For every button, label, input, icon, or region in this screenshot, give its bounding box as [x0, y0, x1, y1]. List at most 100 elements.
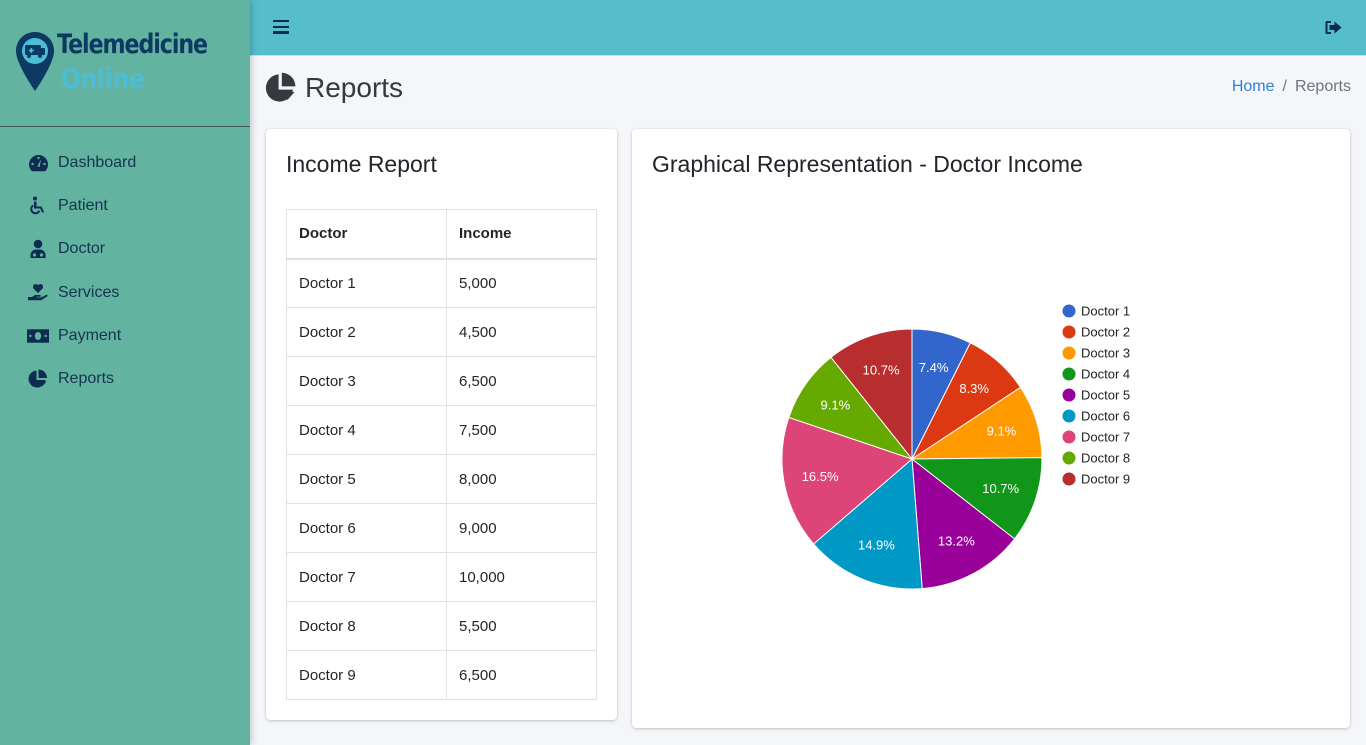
- legend-swatch: [1062, 304, 1076, 318]
- table-row: Doctor 3 6,500: [286, 356, 597, 406]
- legend-swatch: [1062, 472, 1076, 486]
- income-cell: 5,000: [446, 258, 597, 308]
- sign-out-icon[interactable]: [1325, 20, 1342, 35]
- money-bill-icon: [27, 326, 49, 346]
- legend-item[interactable]: Doctor 1: [1062, 304, 1131, 319]
- slice-label: 16.5%: [802, 469, 839, 484]
- chart-pie-icon: [265, 72, 297, 104]
- sidebar-item-label: Payment: [58, 326, 122, 344]
- income-report-card: Income Report Doctor Income Doctor 1 5,00…: [266, 129, 617, 720]
- chart-card: Graphical Representation - Doctor Income…: [632, 129, 1350, 728]
- tachometer-icon: [27, 153, 49, 173]
- doctor-cell: Doctor 1: [286, 258, 447, 308]
- income-cell: 8,000: [446, 454, 597, 504]
- slice-label: 10.7%: [982, 481, 1019, 496]
- slice-label: 10.7%: [863, 363, 900, 378]
- breadcrumb: Home / Reports: [1232, 78, 1351, 96]
- brand-subtitle: Online: [61, 62, 145, 95]
- legend-item[interactable]: Doctor 2: [1062, 325, 1131, 340]
- legend-item[interactable]: Doctor 9: [1062, 472, 1131, 487]
- doctor-cell: Doctor 4: [286, 405, 447, 455]
- doctor-cell: Doctor 5: [286, 454, 447, 504]
- sidebar-item-reports[interactable]: Reports: [0, 357, 250, 400]
- legend-item[interactable]: Doctor 4: [1062, 367, 1131, 382]
- income-cell: 4,500: [446, 307, 597, 357]
- breadcrumb-separator: /: [1282, 78, 1287, 95]
- sidebar-nav: Dashboard Patient Doctor Services Paymen…: [0, 127, 250, 401]
- sidebar-item-label: Dashboard: [58, 153, 137, 171]
- income-cell: 6,500: [446, 650, 597, 700]
- legend-item[interactable]: Doctor 5: [1062, 388, 1131, 403]
- table-row: Doctor 9 6,500: [286, 650, 597, 700]
- legend-label: Doctor 9: [1081, 472, 1130, 487]
- page-title: Reports: [305, 72, 404, 103]
- hamburger-menu-icon[interactable]: [273, 20, 289, 36]
- sidebar-item-patient[interactable]: Patient: [0, 184, 250, 227]
- legend-label: Doctor 8: [1081, 451, 1130, 466]
- chart-pie-icon: [27, 369, 49, 389]
- column-header-income: Income: [446, 209, 597, 260]
- legend-label: Doctor 3: [1081, 346, 1130, 361]
- slice-label: 8.3%: [959, 381, 989, 396]
- legend-swatch: [1062, 430, 1076, 444]
- table-row: Doctor 6 9,000: [286, 503, 597, 553]
- income-table: Doctor Income Doctor 1 5,000 Doctor 2 4,50…: [286, 209, 597, 700]
- sidebar-item-services[interactable]: Services: [0, 271, 250, 314]
- legend-item[interactable]: Doctor 3: [1062, 346, 1131, 361]
- legend-swatch: [1062, 388, 1076, 402]
- legend-item[interactable]: Doctor 7: [1062, 430, 1131, 445]
- sidebar-item-dashboard[interactable]: Dashboard: [0, 141, 250, 184]
- income-cell: 10,000: [446, 552, 597, 602]
- pie-chart: 7.4% 8.3% 9.1% 10.7% 13.2% 14.9% 16.5% 9.1% 10.7…: [781, 304, 1131, 590]
- income-cell: 5,500: [446, 601, 597, 651]
- legend-item[interactable]: Doctor 8: [1062, 451, 1131, 466]
- column-header-doctor: Doctor: [286, 209, 447, 260]
- legend-swatch: [1062, 409, 1076, 423]
- legend-label: Doctor 6: [1081, 409, 1130, 424]
- legend-label: Doctor 5: [1081, 388, 1130, 403]
- sidebar-item-doctor[interactable]: Doctor: [0, 228, 250, 271]
- doctor-cell: Doctor 3: [286, 356, 447, 406]
- breadcrumb-current: Reports: [1294, 78, 1351, 95]
- doctor-cell: Doctor 9: [286, 650, 447, 700]
- table-row: Doctor 8 5,500: [286, 601, 597, 651]
- table-row: Doctor 4 7,500: [286, 405, 597, 455]
- income-cell: 6,500: [446, 356, 597, 406]
- brand-title: Telemedicine: [57, 29, 208, 60]
- sidebar-item-payment[interactable]: Payment: [0, 314, 250, 357]
- slice-label: 9.1%: [987, 424, 1017, 439]
- legend-swatch: [1062, 346, 1076, 360]
- sidebar-item-label: Doctor: [58, 240, 106, 258]
- legend-swatch: [1062, 367, 1076, 381]
- map-pin-ambulance-icon: [16, 32, 54, 91]
- doctor-cell: Doctor 7: [286, 552, 447, 602]
- legend-item[interactable]: Doctor 6: [1062, 409, 1131, 424]
- doctor-cell: Doctor 6: [286, 503, 447, 553]
- brand-logo[interactable]: Telemedicine Online: [0, 0, 250, 127]
- legend-swatch: [1062, 325, 1076, 339]
- top-navbar: [250, 0, 1366, 56]
- doctor-cell: Doctor 8: [286, 601, 447, 651]
- table-header-row: Doctor Income: [286, 209, 597, 260]
- income-cell: 9,000: [446, 503, 597, 553]
- wheelchair-icon: [27, 196, 49, 216]
- slice-label: 13.2%: [938, 533, 975, 548]
- table-row: Doctor 5 8,000: [286, 454, 597, 504]
- table-row: Doctor 1 5,000: [286, 258, 597, 308]
- user-md-icon: [27, 239, 49, 259]
- breadcrumb-home-link[interactable]: Home: [1232, 78, 1275, 95]
- legend-label: Doctor 7: [1081, 430, 1130, 445]
- legend-swatch: [1062, 451, 1076, 465]
- slice-label: 9.1%: [821, 397, 851, 412]
- hand-holding-heart-icon: [27, 283, 49, 303]
- sidebar-item-label: Reports: [58, 370, 115, 388]
- legend-label: Doctor 1: [1081, 304, 1130, 319]
- legend-label: Doctor 4: [1081, 367, 1130, 382]
- table-row: Doctor 7 10,000: [286, 552, 597, 602]
- sidebar: Telemedicine Online Dashboard Patient Do…: [0, 0, 250, 745]
- income-cell: 7,500: [446, 405, 597, 455]
- doctor-cell: Doctor 2: [286, 307, 447, 357]
- sidebar-item-label: Patient: [58, 196, 108, 214]
- table-row: Doctor 2 4,500: [286, 307, 597, 357]
- slice-label: 7.4%: [919, 360, 949, 375]
